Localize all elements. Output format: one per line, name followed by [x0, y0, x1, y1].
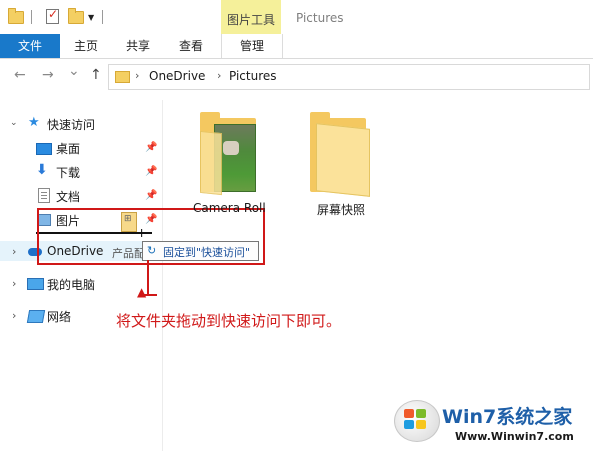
folder-label-camera-roll[interactable]: Camera Roll	[193, 201, 266, 215]
pin-icon[interactable]: 📌	[145, 190, 157, 201]
network-icon	[26, 310, 46, 323]
expand-chevron-icon[interactable]: ⌄	[10, 118, 18, 128]
new-folder-icon[interactable]	[68, 8, 84, 24]
sidebar-item-documents[interactable]: 文档	[56, 188, 80, 205]
sidebar-item-desktop[interactable]: 桌面	[56, 140, 80, 157]
folder-front	[200, 130, 222, 196]
watermark-url: Www.Winwin7.com	[455, 430, 574, 443]
tab-share[interactable]: 共享	[112, 34, 164, 58]
breadcrumb-pictures[interactable]: Pictures	[229, 69, 277, 83]
folder-label-screenshots[interactable]: 屏幕快照	[317, 201, 365, 218]
folder-screenshots[interactable]	[310, 112, 370, 197]
expand-chevron-icon[interactable]: ›	[12, 245, 16, 258]
logo-quadrant	[404, 409, 414, 418]
title-bar: ▼ 图片工具 Pictures	[0, 0, 593, 34]
watermark-brand: Win7系统之家	[442, 406, 573, 428]
ribbon-tabs: 文件 主页 共享 查看 管理	[0, 34, 593, 59]
pin-arrow-icon: ↻	[147, 244, 157, 257]
folder-icon	[115, 71, 130, 83]
picture-tools-context-tab: 图片工具	[221, 0, 281, 34]
drag-tooltip-text: 固定到"快速访问"	[163, 246, 251, 259]
navigation-bar: ← → ⌄ ↑ › OneDrive › Pictures	[0, 59, 593, 93]
desktop-icon	[36, 143, 52, 155]
documents-icon	[38, 188, 50, 203]
downloads-icon: ⬇	[36, 162, 48, 178]
annotation-arrow-foot	[139, 294, 157, 296]
breadcrumb-chevron-icon[interactable]: ›	[135, 69, 139, 82]
annotation-arrow-stem	[147, 260, 149, 296]
up-arrow-icon[interactable]: ↑	[90, 67, 102, 83]
logo-quadrant	[416, 420, 426, 429]
drag-tooltip: ↻ 固定到"快速访问"	[142, 241, 259, 261]
instruction-text: 将文件夹拖动到快速访问下即可。	[116, 312, 342, 330]
address-bar[interactable]: › OneDrive › Pictures	[108, 64, 590, 90]
annotation-arrow-icon: ▲	[137, 285, 147, 299]
folder-front	[316, 123, 370, 197]
tab-home[interactable]: 主页	[60, 34, 112, 58]
customize-toolbar-chevron-icon[interactable]: ▼	[88, 13, 94, 22]
tab-view[interactable]: 查看	[164, 34, 218, 58]
recent-locations-chevron-icon[interactable]: ⌄	[68, 63, 80, 79]
back-arrow-icon[interactable]: ←	[14, 67, 26, 83]
computer-icon	[27, 278, 44, 290]
pane-divider[interactable]	[162, 100, 163, 451]
sidebar-item-quick-access[interactable]: 快速访问	[47, 116, 95, 133]
expand-chevron-icon[interactable]: ›	[12, 277, 16, 290]
separator	[102, 10, 103, 24]
tab-file[interactable]: 文件	[0, 34, 60, 58]
breadcrumb-onedrive[interactable]: OneDrive	[149, 69, 205, 83]
properties-icon[interactable]	[46, 7, 59, 24]
logo-quadrant	[416, 409, 426, 418]
folder-icon	[8, 8, 24, 24]
sidebar-item-network[interactable]: 网络	[47, 308, 71, 325]
expand-chevron-icon[interactable]: ›	[12, 309, 16, 322]
picture-tools-label: 图片工具	[227, 13, 276, 27]
sidebar-item-this-pc[interactable]: 我的电脑	[47, 276, 95, 293]
separator	[31, 10, 32, 24]
forward-arrow-icon[interactable]: →	[42, 67, 54, 83]
pin-icon[interactable]: 📌	[145, 166, 157, 177]
breadcrumb-chevron-icon[interactable]: ›	[217, 69, 221, 82]
logo-quadrant	[404, 420, 414, 429]
sidebar-item-downloads[interactable]: 下载	[56, 164, 80, 181]
tab-manage[interactable]: 管理	[221, 34, 283, 58]
pin-icon[interactable]: 📌	[145, 142, 157, 153]
window-title: Pictures	[296, 11, 344, 25]
windows-logo-icon	[404, 409, 426, 429]
star-icon: ★	[28, 115, 40, 130]
folder-camera-roll[interactable]	[200, 112, 256, 196]
